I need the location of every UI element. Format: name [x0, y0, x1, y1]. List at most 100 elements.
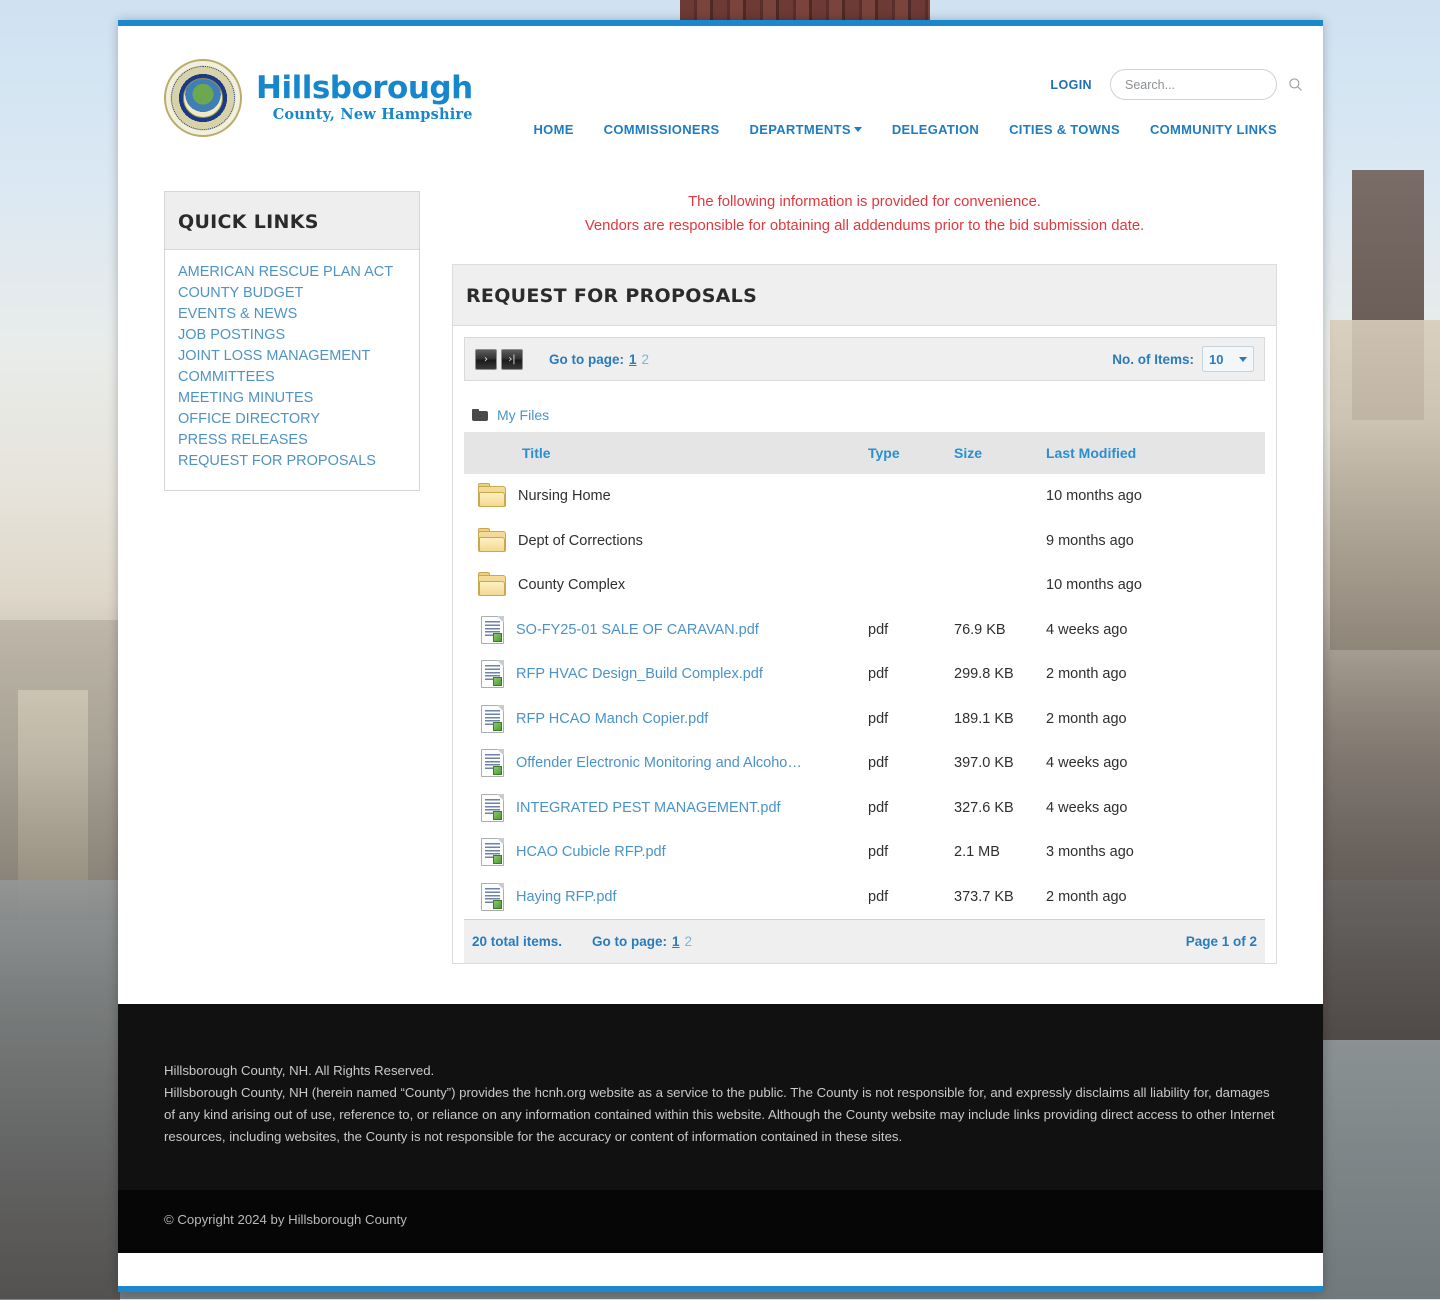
- sidebar-item-press-releases[interactable]: PRESS RELEASES: [178, 430, 406, 451]
- file-title[interactable]: County Complex: [518, 577, 625, 593]
- column-header-type[interactable]: Type: [867, 432, 953, 474]
- search-box[interactable]: [1110, 69, 1277, 100]
- cell-title: Nursing Home: [464, 474, 867, 519]
- sidebar-item-meeting-minutes[interactable]: MEETING MINUTES: [178, 388, 406, 409]
- next-page-button[interactable]: ›: [475, 349, 497, 370]
- page-link-1[interactable]: 1: [629, 352, 637, 367]
- items-per-page-select[interactable]: 10: [1202, 346, 1254, 372]
- rfp-body: › ›| Go to page:12 No. of Items: 10: [453, 326, 1276, 963]
- cell-title: Dept of Corrections: [464, 519, 867, 564]
- footer-page-link-1[interactable]: 1: [672, 934, 680, 949]
- login-link[interactable]: LOGIN: [1050, 78, 1092, 92]
- folder-icon: [472, 409, 488, 421]
- goto-page-label: Go to page:: [549, 352, 624, 367]
- cell-title: INTEGRATED PEST MANAGEMENT.pdf: [464, 786, 867, 831]
- sidebar-item-joint-loss-management[interactable]: JOINT LOSS MANAGEMENT: [178, 346, 406, 367]
- file-title[interactable]: RFP HVAC Design_Build Complex.pdf: [516, 666, 763, 682]
- cell-type: [867, 563, 953, 608]
- site-footer: Hillsborough County, NH. All Rights Rese…: [118, 1004, 1323, 1190]
- column-header-last-modified[interactable]: Last Modified: [1045, 432, 1265, 474]
- cell-last-modified: 4 weeks ago: [1045, 741, 1265, 786]
- pager-toolbar: › ›| Go to page: 12 No. of Items: 10: [464, 337, 1265, 381]
- nav-item-delegation[interactable]: DELEGATION: [892, 122, 979, 137]
- quick-links-title: QUICK LINKS: [165, 192, 419, 250]
- cell-type: [867, 519, 953, 564]
- table-row[interactable]: Haying RFP.pdf pdf 373.7 KB 2 month ago: [464, 875, 1265, 920]
- quick-links-list: AMERICAN RESCUE PLAN ACT COUNTY BUDGET E…: [165, 250, 419, 490]
- document-icon: [481, 705, 504, 733]
- nav-label: HOME: [533, 122, 573, 137]
- file-title[interactable]: SO-FY25-01 SALE OF CARAVAN.pdf: [516, 622, 759, 638]
- file-title[interactable]: INTEGRATED PEST MANAGEMENT.pdf: [516, 800, 781, 816]
- file-title[interactable]: Dept of Corrections: [518, 533, 643, 549]
- table-row[interactable]: County Complex 10 months ago: [464, 563, 1265, 608]
- table-row[interactable]: INTEGRATED PEST MANAGEMENT.pdf pdf 327.6…: [464, 786, 1265, 831]
- table-row[interactable]: Dept of Corrections 9 months ago: [464, 519, 1265, 564]
- nav-item-cities-towns[interactable]: CITIES & TOWNS: [1009, 122, 1120, 137]
- cell-title: Offender Electronic Monitoring and Alcoh…: [464, 741, 867, 786]
- column-header-size[interactable]: Size: [953, 432, 1045, 474]
- file-title[interactable]: Haying RFP.pdf: [516, 889, 616, 905]
- nav-item-commissioners[interactable]: COMMISSIONERS: [604, 122, 720, 137]
- main-navigation: HOME COMMISSIONERS DEPARTMENTS DELEGATIO…: [533, 122, 1277, 137]
- page-link-2[interactable]: 2: [642, 352, 650, 367]
- table-row[interactable]: Offender Electronic Monitoring and Alcoh…: [464, 741, 1265, 786]
- cell-size: 373.7 KB: [953, 875, 1045, 920]
- file-title[interactable]: Nursing Home: [518, 488, 611, 504]
- cell-size: 327.6 KB: [953, 786, 1045, 831]
- chevron-down-icon: [1239, 357, 1247, 362]
- folder-icon: [478, 574, 506, 596]
- cell-type: pdf: [867, 697, 953, 742]
- table-row[interactable]: Nursing Home 10 months ago: [464, 474, 1265, 519]
- background-reeds-right: [1320, 420, 1440, 1040]
- footer-goto-page-label: Go to page:: [592, 934, 667, 949]
- sidebar-item-request-for-proposals[interactable]: REQUEST FOR PROPOSALS: [178, 451, 406, 472]
- table-row[interactable]: SO-FY25-01 SALE OF CARAVAN.pdf pdf 76.9 …: [464, 608, 1265, 653]
- table-footer-pager: 20 total items. Go to page: 1 2 Page 1 o…: [464, 919, 1265, 963]
- rfp-panel: REQUEST FOR PROPOSALS › ›| Go to page:12…: [452, 264, 1277, 964]
- cell-last-modified: 10 months ago: [1045, 474, 1265, 519]
- sidebar-item-job-postings[interactable]: JOB POSTINGS: [178, 325, 406, 346]
- brand-subtitle: County, New Hampshire: [256, 108, 473, 123]
- file-title[interactable]: HCAO Cubicle RFP.pdf: [516, 844, 666, 860]
- cell-type: pdf: [867, 608, 953, 653]
- page-title: REQUEST FOR PROPOSALS: [453, 265, 1276, 326]
- nav-item-departments[interactable]: DEPARTMENTS: [750, 122, 862, 137]
- nav-item-home[interactable]: HOME: [533, 122, 573, 137]
- site-brand[interactable]: Hillsborough County, New Hampshire: [164, 59, 473, 137]
- table-row[interactable]: HCAO Cubicle RFP.pdf pdf 2.1 MB 3 months…: [464, 830, 1265, 875]
- brand-name: Hillsborough: [256, 73, 473, 104]
- cell-last-modified: 10 months ago: [1045, 563, 1265, 608]
- total-items-label: 20 total items.: [472, 934, 562, 949]
- cell-type: pdf: [867, 652, 953, 697]
- chevron-down-icon: [854, 127, 862, 132]
- cell-last-modified: 2 month ago: [1045, 697, 1265, 742]
- search-icon[interactable]: [1288, 77, 1303, 92]
- cell-size: 76.9 KB: [953, 608, 1045, 653]
- pager-nav-buttons: › ›|: [475, 349, 523, 370]
- sidebar-item-office-directory[interactable]: OFFICE DIRECTORY: [178, 409, 406, 430]
- table-row[interactable]: RFP HCAO Manch Copier.pdf pdf 189.1 KB 2…: [464, 697, 1265, 742]
- copyright-bar: © Copyright 2024 by Hillsborough County: [118, 1190, 1323, 1253]
- cell-last-modified: 4 weeks ago: [1045, 786, 1265, 831]
- items-per-page-control: No. of Items: 10: [1112, 346, 1254, 372]
- sidebar-item-american-rescue-plan-act[interactable]: AMERICAN RESCUE PLAN ACT: [178, 262, 406, 283]
- nav-item-community-links[interactable]: COMMUNITY LINKS: [1150, 122, 1277, 137]
- column-header-title[interactable]: Title: [464, 432, 867, 474]
- cell-type: pdf: [867, 830, 953, 875]
- search-input[interactable]: [1123, 77, 1288, 93]
- file-title[interactable]: RFP HCAO Manch Copier.pdf: [516, 711, 708, 727]
- sidebar-item-committees[interactable]: COMMITTEES: [178, 367, 406, 388]
- nav-label: DELEGATION: [892, 122, 979, 137]
- files-table-body: Nursing Home 10 months ago: [464, 474, 1265, 919]
- cell-size: 189.1 KB: [953, 697, 1045, 742]
- cell-title: SO-FY25-01 SALE OF CARAVAN.pdf: [464, 608, 867, 653]
- sidebar-item-events-news[interactable]: EVENTS & NEWS: [178, 304, 406, 325]
- footer-page-link-2[interactable]: 2: [685, 934, 693, 949]
- sidebar-item-county-budget[interactable]: COUNTY BUDGET: [178, 283, 406, 304]
- table-row[interactable]: RFP HVAC Design_Build Complex.pdf pdf 29…: [464, 652, 1265, 697]
- breadcrumb-my-files[interactable]: My Files: [497, 407, 549, 423]
- last-page-button[interactable]: ›|: [501, 349, 523, 370]
- main-column: The following information is provided fo…: [452, 152, 1277, 964]
- file-title[interactable]: Offender Electronic Monitoring and Alcoh…: [516, 755, 802, 771]
